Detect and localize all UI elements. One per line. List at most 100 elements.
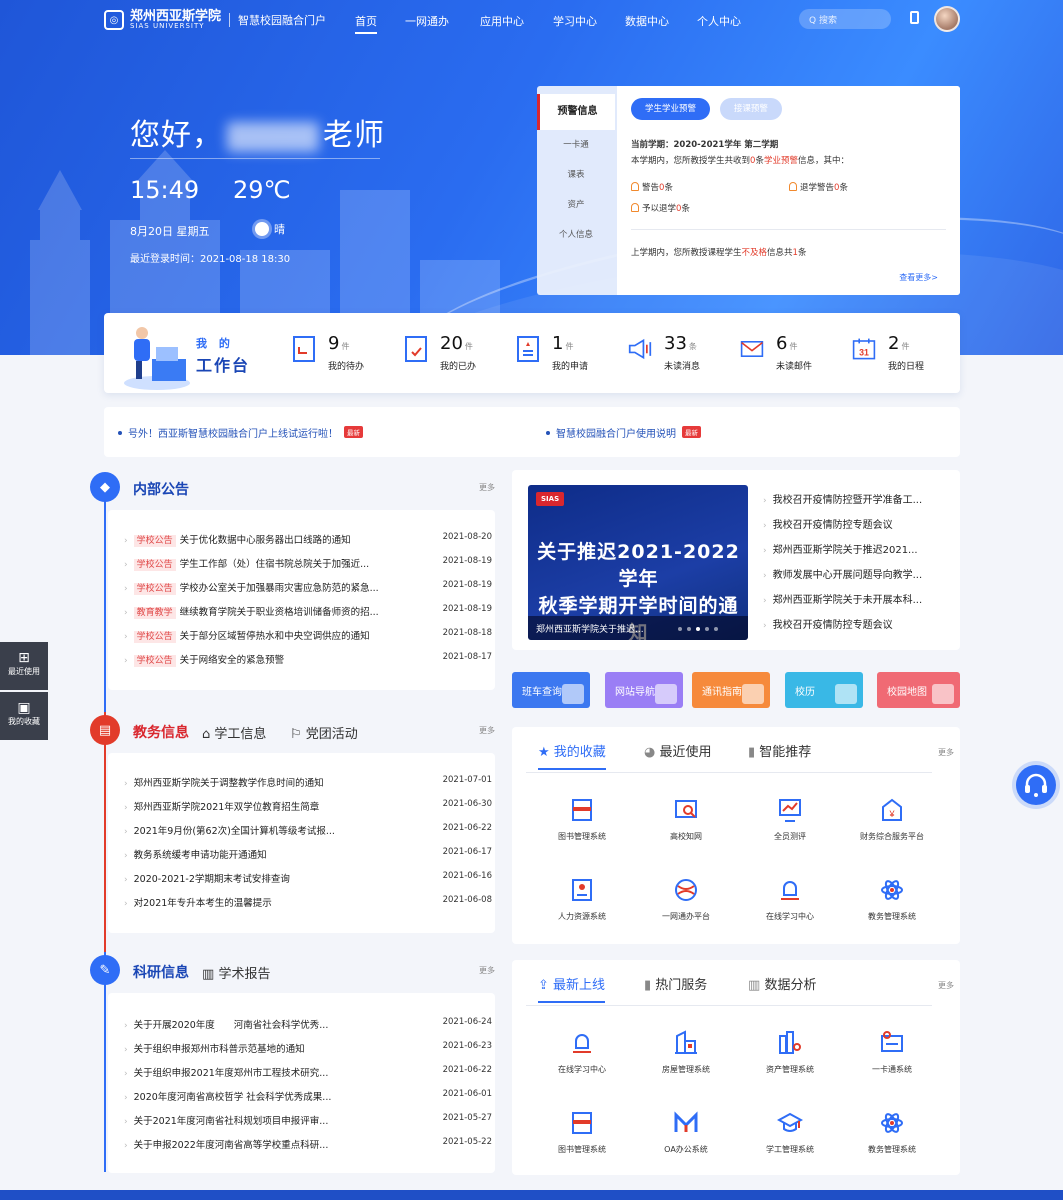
bell-icon xyxy=(631,182,639,191)
nav-data-center[interactable]: 数据中心 xyxy=(625,13,669,29)
list-item[interactable]: › 2020-2021-2学期期末考试安排查询 2021-06-16 xyxy=(124,871,492,885)
carousel-dots[interactable] xyxy=(678,627,718,631)
tab-hot-services[interactable]: ▮ 热门服务 xyxy=(644,974,707,1001)
app-library[interactable]: 图书管理系统 xyxy=(532,1110,632,1170)
app-evaluation[interactable]: 全员测评 xyxy=(740,797,840,857)
nav-home[interactable]: 首页 xyxy=(355,13,377,34)
tile-calendar[interactable]: 校历 xyxy=(785,672,863,708)
nav-personal-center[interactable]: 个人中心 xyxy=(697,13,741,29)
list-item[interactable]: › 2020年度河南省高校哲学 社会科学优秀成果... 2021-06-01 xyxy=(124,1089,492,1103)
tab-recommend[interactable]: ▮ 智能推荐 xyxy=(748,741,811,768)
app-library[interactable]: 图书管理系统 xyxy=(532,797,632,857)
latest-more[interactable]: 更多 xyxy=(938,980,954,991)
app-campus-card[interactable]: 一卡通系统 xyxy=(842,1030,942,1090)
tile-site-nav[interactable]: 网站导航 xyxy=(605,672,683,708)
academic-more[interactable]: 更多 xyxy=(479,725,495,736)
tab-personal-info[interactable]: 个人信息 xyxy=(537,220,615,250)
list-item[interactable]: › 教育教学 继续教育学院关于职业资格培训储备师资的招... 2021-08-19 xyxy=(124,604,492,619)
list-item[interactable]: › 关于申报2022年度河南省高等学校重点科研... 2021-05-22 xyxy=(124,1137,492,1151)
ticker-item[interactable]: 智慧校园融合门户使用说明 最新 xyxy=(546,425,701,440)
float-favorites[interactable]: ▣ 我的收藏 xyxy=(0,692,48,740)
list-item[interactable]: › 学校公告 学生工作部（处）住宿书院总院关于加强近... 2021-08-19 xyxy=(124,556,492,571)
news-item[interactable]: › 教师发展中心开展问题导向教学... xyxy=(763,566,953,581)
pill-student-warning[interactable]: 学生学业预警 xyxy=(631,98,711,120)
customer-service-button[interactable] xyxy=(1016,765,1056,805)
list-item[interactable]: › 对2021年专升本考生的温馨提示 2021-06-08 xyxy=(124,895,492,909)
workbench-todo[interactable]: 9件 我的待办 xyxy=(292,333,404,373)
list-item[interactable]: › 教务系统缓考申请功能开通通知 2021-06-17 xyxy=(124,847,492,861)
nav-one-stop[interactable]: 一网通办 xyxy=(405,13,449,29)
nav-learning-center[interactable]: 学习中心 xyxy=(553,13,597,29)
nav-app-center[interactable]: 应用中心 xyxy=(480,13,524,29)
tab-assets[interactable]: 资产 xyxy=(537,190,615,220)
tab-party-activities[interactable]: ⚐ 党团活动 xyxy=(290,723,358,742)
news-item[interactable]: › 我校召开疫情防控暨开学准备工... xyxy=(763,491,953,506)
weather: 晴 xyxy=(255,221,285,237)
carousel-dot-active[interactable] xyxy=(696,627,700,631)
carousel-dot[interactable] xyxy=(678,627,682,631)
list-item[interactable]: › 关于组织申报2021年度郑州市工程技术研究... 2021-06-22 xyxy=(124,1065,492,1079)
tab-schedule[interactable]: 课表 xyxy=(537,160,615,190)
news-carousel[interactable]: SIAS 关于推迟2021-2022学年 秋季学期开学时间的通知 郑州西亚斯学院… xyxy=(528,485,748,640)
tile-label: 通讯指南 xyxy=(702,687,742,698)
view-more-link[interactable]: 查看更多> xyxy=(899,272,938,283)
list-item[interactable]: › 2021年9月份(第62次)全国计算机等级考试报... 2021-06-22 xyxy=(124,823,492,837)
workbench-messages[interactable]: 33 条 未读消息 xyxy=(628,333,740,373)
app-online-learning[interactable]: 在线学习中心 xyxy=(532,1030,632,1090)
ticker-item[interactable]: 号外！西亚斯智慧校园融合门户上线试运行啦！ 最新 xyxy=(118,425,363,440)
float-recent[interactable]: ⊞ 最近使用 xyxy=(0,642,48,690)
tab-latest[interactable]: ⇪ 最新上线 xyxy=(538,974,606,1003)
tab-data-analysis[interactable]: ▥ 数据分析 xyxy=(748,974,816,1001)
tab-academic-report[interactable]: ▥ 学术报告 xyxy=(202,963,270,982)
app-online-learning[interactable]: 在线学习中心 xyxy=(740,877,840,937)
news-item[interactable]: › 我校召开疫情防控专题会议 xyxy=(763,516,953,531)
list-item[interactable]: › 关于组织申报郑州市科普示范基地的通知 2021-06-23 xyxy=(124,1041,492,1055)
workbench-done[interactable]: 20 件 我的已办 xyxy=(404,333,516,373)
avatar[interactable] xyxy=(934,6,960,32)
app-academic-affairs[interactable]: 教务管理系统 xyxy=(842,877,942,937)
news-item[interactable]: › 我校召开疫情防控专题会议 xyxy=(763,616,953,631)
list-item[interactable]: › 郑州西亚斯学院2021年双学位教育招生简章 2021-06-30 xyxy=(124,799,492,813)
list-item[interactable]: › 学校公告 关于优化数据中心服务器出口线路的通知 2021-08-20 xyxy=(124,532,492,547)
tab-student-affairs[interactable]: ⌂ 学工信息 xyxy=(202,723,266,742)
list-item[interactable]: › 学校公告 关于网络安全的紧急预警 2021-08-17 xyxy=(124,652,492,667)
list-item[interactable]: › 学校公告 学校办公室关于加强暴雨灾害应急防范的紧急... 2021-08-19 xyxy=(124,580,492,595)
app-one-stop[interactable]: 一网通办平台 xyxy=(636,877,736,937)
tab-recent[interactable]: ◕ 最近使用 xyxy=(644,741,712,768)
app-housing[interactable]: 房屋管理系统 xyxy=(636,1030,736,1090)
app-student-affairs[interactable]: 学工管理系统 xyxy=(740,1110,840,1170)
carousel-dot[interactable] xyxy=(687,627,691,631)
pill-course-warning[interactable]: 接课预警 xyxy=(719,98,782,120)
carousel-dot[interactable] xyxy=(705,627,709,631)
search-input[interactable]: Q 搜索 xyxy=(799,9,891,29)
mobile-icon[interactable] xyxy=(910,11,919,24)
workbench-application[interactable]: 1件 我的申请 xyxy=(516,333,628,373)
news-item[interactable]: › 郑州西亚斯学院关于推迟2021... xyxy=(763,541,953,556)
arrow-icon: › xyxy=(763,521,767,531)
tab-campus-card[interactable]: 一卡通 xyxy=(537,130,615,160)
list-item[interactable]: › 学校公告 关于部分区域暂停热水和中央空调供应的通知 2021-08-18 xyxy=(124,628,492,643)
tab-my-favorites[interactable]: ★ 我的收藏 xyxy=(538,741,606,770)
list-item[interactable]: › 郑州西亚斯学院关于调整教学作息时间的通知 2021-07-01 xyxy=(124,775,492,789)
app-academic-affairs[interactable]: 教务管理系统 xyxy=(842,1110,942,1170)
university-logo[interactable]: ◎ 郑州西亚斯学院 SIAS UNIVERSITY 智慧校园融合门户 xyxy=(104,10,326,30)
app-hr[interactable]: 人力资源系统 xyxy=(532,877,632,937)
new-badge: 最新 xyxy=(682,426,701,438)
favorites-more[interactable]: 更多 xyxy=(938,747,954,758)
app-finance[interactable]: ¥ 财务综合服务平台 xyxy=(842,797,942,857)
research-more[interactable]: 更多 xyxy=(479,965,495,976)
carousel-dot[interactable] xyxy=(714,627,718,631)
workbench-schedule[interactable]: 31 2件 我的日程 xyxy=(852,333,964,373)
app-oa[interactable]: OA办公系统 xyxy=(636,1110,736,1170)
tab-warning[interactable]: 预警信息 xyxy=(537,94,615,130)
tile-campus-map[interactable]: 校园地图 xyxy=(877,672,960,708)
list-item[interactable]: › 关于2021年度河南省社科规划项目申报评审... 2021-05-27 xyxy=(124,1113,492,1127)
list-item[interactable]: › 关于开展2020年度 河南省社会科学优秀... 2021-06-24 xyxy=(124,1017,492,1031)
workbench-mail[interactable]: 6件 未读邮件 xyxy=(740,333,852,373)
tile-shuttle[interactable]: 班车查询 xyxy=(512,672,590,708)
news-item[interactable]: › 郑州西亚斯学院关于未开展本科... xyxy=(763,591,953,606)
app-assets[interactable]: 资产管理系统 xyxy=(740,1030,840,1090)
tile-contacts[interactable]: 通讯指南 xyxy=(692,672,770,708)
app-cnki[interactable]: 高校知网 xyxy=(636,797,736,857)
notices-more[interactable]: 更多 xyxy=(479,482,495,493)
